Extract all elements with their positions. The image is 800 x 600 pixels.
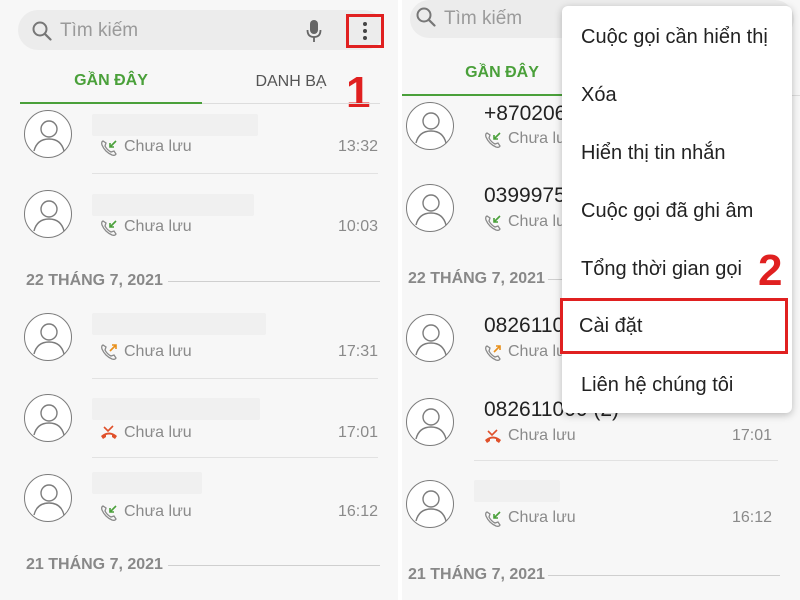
menu-item-show-messages[interactable]: Hiển thị tin nhắn [562,124,792,182]
contact-name: +870206 [484,102,567,125]
date-header: 21 THÁNG 7, 2021 [408,566,545,583]
outgoing-call-icon [485,345,501,361]
call-status: Chưa lưu [124,343,192,360]
row-divider [474,460,778,461]
row-divider [92,173,378,174]
contact-name-blurred [474,480,560,502]
step-number-2: 2 [758,246,783,295]
avatar [406,314,454,362]
incoming-call-icon [485,215,501,231]
incoming-call-icon [485,132,501,148]
avatar [24,110,72,158]
date-divider [168,565,380,566]
search-input[interactable]: Tìm kiếm [444,8,522,30]
call-time: 16:12 [731,509,772,526]
call-time: 16:12 [337,503,378,520]
contact-name: 0826110 [484,314,565,337]
menu-item-delete[interactable]: Xóa [562,66,792,124]
avatar [406,398,454,446]
menu-item-recorded-calls[interactable]: Cuộc gọi đã ghi âm [562,182,792,240]
more-options-icon[interactable] [346,14,384,48]
avatar [24,394,72,442]
incoming-call-icon [101,140,117,156]
call-time: 17:01 [337,424,378,441]
contact-name-blurred [92,398,260,420]
call-log-row[interactable]: Chưa lưu 17:01 [0,394,398,474]
menu-item-contact-us[interactable]: Liên hệ chúng tôi [562,356,792,414]
outgoing-call-icon [101,344,117,360]
call-log-row[interactable]: Chưa lưu 16:12 [402,480,800,560]
row-divider [92,378,378,379]
avatar [24,190,72,238]
date-divider [168,281,380,282]
incoming-call-icon [101,505,117,521]
incoming-call-icon [101,220,117,236]
call-time: 17:31 [337,343,378,360]
date-divider [548,575,780,576]
contact-name-blurred [92,114,258,136]
call-log-row[interactable]: Chưa lưu 13:32 [0,110,398,190]
avatar [406,480,454,528]
call-status: Chưa lưu [124,503,192,520]
date-header: 21 THÁNG 7, 2021 [26,556,163,573]
menu-item-calls-to-show[interactable]: Cuộc gọi cần hiển thị [562,8,792,66]
incoming-call-icon [485,511,501,527]
call-status: Chưa lưu [124,218,192,235]
call-log-row[interactable]: Chưa lưu 10:03 [0,190,398,270]
missed-call-icon [485,429,501,443]
left-screen: Tìm kiếm 1 GẦN ĐÂY DANH BẠ Chưa lưu 13:3… [0,0,398,600]
tab-contacts[interactable]: DANH BẠ [202,60,380,104]
row-divider [92,457,378,458]
call-time: 17:01 [731,427,772,444]
contact-name-blurred [92,194,254,216]
avatar [406,184,454,232]
call-time: 13:32 [337,138,378,155]
avatar [406,102,454,150]
call-status: Chưa lưu [124,138,192,155]
call-status: Chưa lưu [124,424,192,441]
call-log-row[interactable]: Chưa lưu 17:31 [0,313,398,393]
date-header: 22 THÁNG 7, 2021 [26,272,163,289]
search-bar[interactable]: Tìm kiếm [18,10,384,50]
call-status: Chưa lưu [508,509,576,526]
call-status: Chưa lưu [508,427,576,444]
microphone-icon[interactable] [306,19,322,43]
tab-bar: GẦN ĐÂY DANH BẠ [20,60,380,104]
contact-name-blurred [92,472,202,494]
search-icon [32,21,52,41]
date-divider [548,279,562,280]
call-time: 10:03 [337,218,378,235]
overflow-menu: Cuộc gọi cần hiển thị Xóa Hiển thị tin n… [560,6,792,414]
avatar [24,313,72,361]
search-input[interactable]: Tìm kiếm [60,20,138,42]
tab-recent[interactable]: GẦN ĐÂY [20,60,202,104]
date-header: 22 THÁNG 7, 2021 [408,270,545,287]
contact-name-blurred [92,313,266,335]
avatar [24,474,72,522]
call-log-row[interactable]: Chưa lưu 16:12 [0,472,398,554]
contact-name: 0399975 [484,184,566,207]
search-icon [416,7,436,27]
menu-item-settings[interactable]: Cài đặt [560,298,788,354]
missed-call-icon [101,425,117,439]
